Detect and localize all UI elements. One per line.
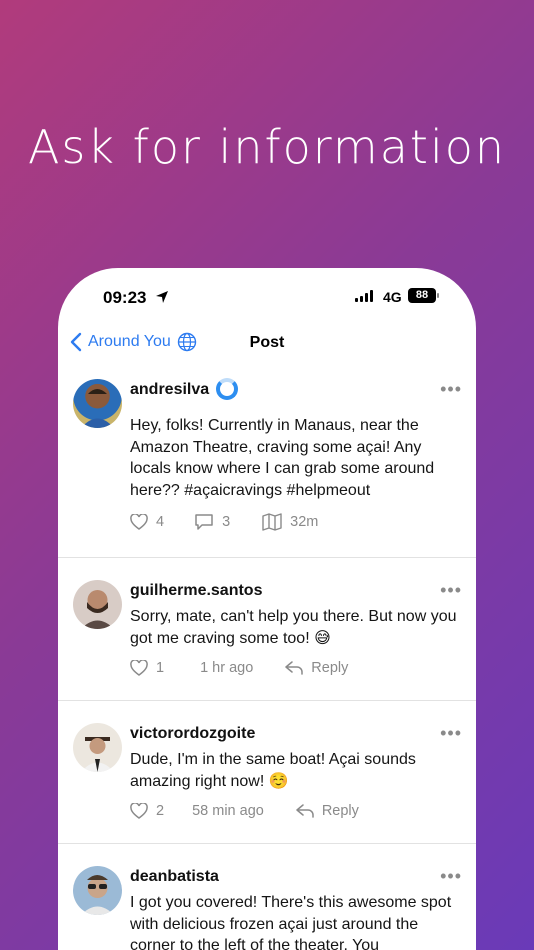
heart-icon	[130, 514, 148, 530]
navigation-bar: Around You Post	[58, 330, 476, 360]
reply-text: I got you covered! There's this awesome …	[130, 894, 452, 950]
comment-count: 3	[222, 514, 231, 530]
avatar[interactable]	[73, 379, 122, 428]
avatar[interactable]	[73, 866, 122, 915]
post-text: Hey, folks! Currently in Manaus, near th…	[130, 417, 435, 499]
reply-icon	[285, 661, 304, 675]
comment-button[interactable]: 3	[194, 513, 230, 531]
distance-value: 32m	[290, 514, 319, 530]
reply-username[interactable]: victorordozgoite	[130, 725, 255, 743]
signal-icon	[355, 290, 373, 302]
like-button[interactable]: 2	[130, 803, 164, 819]
battery-tip	[437, 293, 439, 298]
reply-text: Sorry, mate, can't help you there. But n…	[130, 608, 457, 647]
reply-button[interactable]: Reply	[296, 803, 359, 819]
post-username[interactable]: andresilva	[130, 381, 209, 399]
status-time: 09:23	[103, 288, 147, 307]
avatar[interactable]	[73, 580, 122, 629]
avatar[interactable]	[73, 723, 122, 772]
like-button[interactable]: 4	[130, 514, 164, 530]
more-icon[interactable]: •••	[440, 866, 462, 887]
more-icon[interactable]: •••	[440, 723, 462, 744]
reply-item: guilherme.santos ••• Sorry, mate, can't …	[58, 558, 476, 701]
status-bar: 09:23 4G 88	[58, 284, 476, 314]
main-post: andresilva ••• Hey, folks! Currently in …	[58, 368, 476, 558]
location-arrow-icon	[155, 290, 169, 309]
reply-username[interactable]: guilherme.santos	[130, 582, 262, 600]
reply-button[interactable]: Reply	[285, 660, 348, 676]
reply-item: victorordozgoite ••• Dude, I'm in the sa…	[58, 701, 476, 844]
more-icon[interactable]: •••	[440, 580, 462, 601]
like-count: 4	[156, 514, 165, 530]
heart-icon	[130, 803, 148, 819]
more-icon[interactable]: •••	[440, 379, 462, 400]
comment-icon	[195, 514, 213, 530]
like-button[interactable]: 1	[130, 660, 164, 676]
headline: Ask for information	[27, 120, 507, 174]
map-icon	[262, 513, 282, 531]
distance-info: 32m	[262, 513, 318, 531]
reply-item: deanbatista ••• I got you covered! There…	[58, 844, 476, 950]
reply-text: Dude, I'm in the same boat! Açai sounds …	[130, 751, 416, 790]
network-type: 4G	[383, 289, 402, 305]
reply-label: Reply	[321, 803, 359, 819]
reply-icon	[296, 804, 314, 818]
reply-time: 58 min ago	[192, 803, 264, 819]
page-title: Post	[249, 334, 285, 351]
verified-ring-icon	[216, 378, 238, 400]
reply-label: Reply	[311, 660, 349, 676]
heart-icon	[130, 660, 148, 676]
reply-username[interactable]: deanbatista	[130, 868, 219, 886]
battery-icon: 88	[408, 288, 436, 303]
like-count: 1	[156, 660, 165, 676]
phone-screen: 09:23 4G 88 Around You Post andresilva •…	[58, 268, 476, 950]
reply-actions: 2 58 min ago Reply	[130, 803, 359, 819]
like-count: 2	[156, 803, 165, 819]
reply-actions: 1 1 hr ago Reply	[130, 660, 348, 676]
reply-time: 1 hr ago	[200, 660, 254, 676]
post-actions: 4 3 32m	[130, 513, 318, 531]
